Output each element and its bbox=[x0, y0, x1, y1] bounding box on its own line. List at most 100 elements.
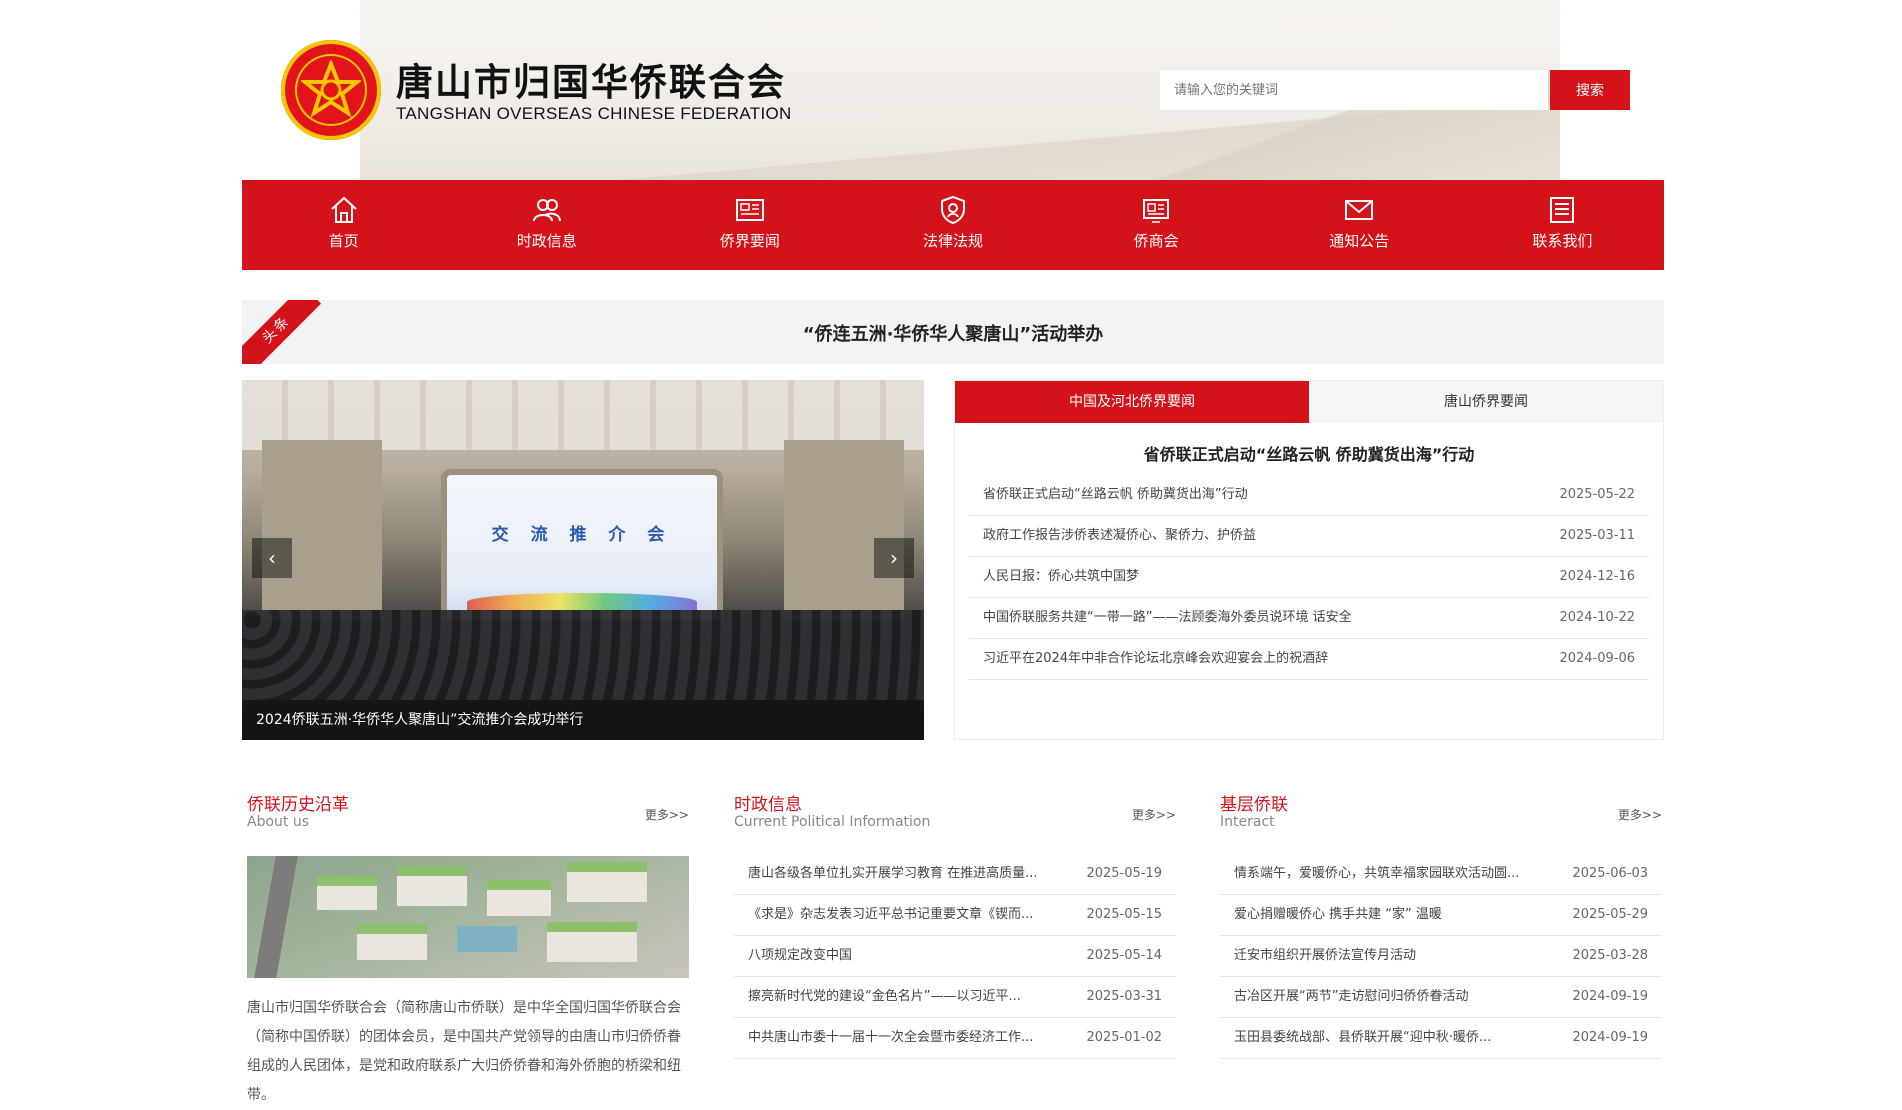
section-subtitle: About us bbox=[247, 814, 310, 830]
section-header: 基层侨联 Interact 更多>> bbox=[1220, 790, 1662, 830]
news-title[interactable]: 习近平在2024年中非合作论坛北京峰会欢迎宴会上的祝酒辞 bbox=[983, 639, 1328, 679]
list-item[interactable]: 爱心捐赠暖侨心 携手共建 “家” 温暖 2025-05-29 bbox=[1220, 895, 1662, 936]
about-image-detail bbox=[357, 924, 427, 960]
news-date: 2025-03-11 bbox=[1559, 528, 1635, 543]
search-button[interactable]: 搜索 bbox=[1550, 70, 1630, 110]
item-title[interactable]: 中共唐山市委十一届十一次全会暨市委经济工作... bbox=[748, 1018, 1033, 1058]
about-image-detail bbox=[317, 876, 377, 910]
list-item[interactable]: 人民日报：侨心共筑中国梦 2024-12-16 bbox=[969, 557, 1649, 598]
nav-label: 时政信息 bbox=[516, 232, 577, 250]
news-date: 2025-05-22 bbox=[1559, 487, 1635, 502]
nav-label: 通知公告 bbox=[1329, 232, 1390, 250]
section-politics: 时政信息 Current Political Information 更多>> … bbox=[734, 790, 1176, 1059]
item-title[interactable]: 玉田县委统战部、县侨联开展“迎中秋·暖侨... bbox=[1234, 1018, 1491, 1058]
nav-item-chamber[interactable]: 侨商会 bbox=[1055, 180, 1258, 270]
item-title[interactable]: 《求是》杂志发表习近平总书记重要文章《锲而... bbox=[748, 895, 1033, 935]
list-item[interactable]: 八项规定改变中国 2025-05-14 bbox=[734, 936, 1176, 977]
list-item[interactable]: 迁安市组织开展侨法宣传月活动 2025-03-28 bbox=[1220, 936, 1662, 977]
news-title[interactable]: 人民日报：侨心共筑中国梦 bbox=[983, 557, 1139, 597]
list-item[interactable]: 政府工作报告涉侨表述凝侨心、聚侨力、护侨益 2025-03-11 bbox=[969, 516, 1649, 557]
slider-next-button[interactable]: › bbox=[874, 538, 914, 578]
chevron-left-icon: ‹ bbox=[268, 546, 276, 570]
slide-photo bbox=[262, 440, 382, 620]
featured-news-title[interactable]: 省侨联正式启动“丝路云帆 侨助冀货出海”行动 bbox=[955, 441, 1663, 465]
news-title[interactable]: 政府工作报告涉侨表述凝侨心、聚侨力、护侨益 bbox=[983, 516, 1256, 556]
item-title[interactable]: 八项规定改变中国 bbox=[748, 936, 852, 976]
search-input[interactable] bbox=[1160, 70, 1548, 110]
nav-label: 侨界要闻 bbox=[719, 232, 780, 250]
news-tabs: 中国及河北侨界要闻 唐山侨界要闻 bbox=[955, 381, 1663, 423]
list-item[interactable]: 省侨联正式启动“丝路云帆 侨助冀货出海”行动 2025-05-22 bbox=[969, 475, 1649, 516]
section-header: 侨联历史沿革 About us 更多>> bbox=[247, 790, 689, 830]
about-image-detail bbox=[457, 926, 517, 952]
item-title[interactable]: 爱心捐赠暖侨心 携手共建 “家” 温暖 bbox=[1234, 895, 1442, 935]
news-title[interactable]: 省侨联正式启动“丝路云帆 侨助冀货出海”行动 bbox=[983, 475, 1248, 515]
slider-prev-button[interactable]: ‹ bbox=[252, 538, 292, 578]
item-date: 2024-09-19 bbox=[1572, 989, 1648, 1004]
item-date: 2025-05-14 bbox=[1086, 948, 1162, 963]
more-link[interactable]: 更多>> bbox=[645, 806, 689, 823]
shield-icon bbox=[940, 195, 965, 225]
list-item[interactable]: 情系端午，爱暖侨心，共筑幸福家园联欢活动圆... 2025-06-03 bbox=[1220, 854, 1662, 895]
item-title[interactable]: 古冶区开展“两节”走访慰问归侨侨眷活动 bbox=[1234, 977, 1468, 1017]
nav-item-politics[interactable]: 时政信息 bbox=[445, 180, 648, 270]
nav-item-contact[interactable]: 联系我们 bbox=[1461, 180, 1664, 270]
slider-caption[interactable]: 2024侨联五洲·华侨华人聚唐山”交流推介会成功举行 bbox=[242, 700, 924, 740]
item-title[interactable]: 情系端午，爱暖侨心，共筑幸福家园联欢活动圆... bbox=[1234, 854, 1519, 894]
contact-list-icon bbox=[1550, 197, 1575, 223]
tab-tangshan-news[interactable]: 唐山侨界要闻 bbox=[1309, 381, 1663, 423]
nav-label: 法律法规 bbox=[922, 232, 983, 250]
list-item[interactable]: 中国侨联服务共建“一带一路”——法顾委海外委员说环境 话安全 2024-10-22 bbox=[969, 598, 1649, 639]
item-date: 2025-03-31 bbox=[1086, 989, 1162, 1004]
nav-label: 首页 bbox=[328, 232, 359, 250]
id-card-icon bbox=[1143, 199, 1170, 223]
list-item[interactable]: 习近平在2024年中非合作论坛北京峰会欢迎宴会上的祝酒辞 2024-09-06 bbox=[969, 639, 1649, 680]
about-image[interactable] bbox=[247, 856, 689, 978]
item-date: 2025-05-15 bbox=[1086, 907, 1162, 922]
item-title[interactable]: 唐山各级各单位扎实开展学习教育 在推进高质量... bbox=[748, 854, 1038, 894]
item-date: 2024-09-19 bbox=[1572, 1030, 1648, 1045]
nav-label: 侨商会 bbox=[1133, 232, 1179, 250]
item-title[interactable]: 擦亮新时代党的建设“金色名片”——以习近平... bbox=[748, 977, 1021, 1017]
about-image-detail bbox=[487, 880, 551, 916]
item-title[interactable]: 迁安市组织开展侨法宣传月活动 bbox=[1234, 936, 1416, 976]
list-item[interactable]: 玉田县委统战部、县侨联开展“迎中秋·暖侨... 2024-09-19 bbox=[1220, 1018, 1662, 1059]
tab-china-hebei-news[interactable]: 中国及河北侨界要闻 bbox=[955, 381, 1309, 423]
section-title: 侨联历史沿革 bbox=[247, 795, 349, 815]
nav-item-overseas-news[interactable]: 侨界要闻 bbox=[648, 180, 851, 270]
site-subtitle: TANGSHAN OVERSEAS CHINESE FEDERATION bbox=[396, 104, 792, 123]
list-item[interactable]: 中共唐山市委十一届十一次全会暨市委经济工作... 2025-01-02 bbox=[734, 1018, 1176, 1059]
mail-icon bbox=[1345, 200, 1374, 220]
nav-item-notices[interactable]: 通知公告 bbox=[1258, 180, 1461, 270]
nav-item-home[interactable]: 首页 bbox=[242, 180, 445, 270]
federation-emblem-logo[interactable] bbox=[281, 40, 381, 140]
section-grassroots: 基层侨联 Interact 更多>> 情系端午，爱暖侨心，共筑幸福家园联欢活动圆… bbox=[1220, 790, 1662, 1059]
news-date: 2024-09-06 bbox=[1559, 651, 1635, 666]
list-item[interactable]: 《求是》杂志发表习近平总书记重要文章《锲而... 2025-05-15 bbox=[734, 895, 1176, 936]
headline-link[interactable]: “侨连五洲·华侨华人聚唐山”活动举办 bbox=[242, 320, 1664, 346]
about-image-detail bbox=[254, 856, 298, 978]
about-image-detail bbox=[567, 862, 647, 902]
newspaper-icon bbox=[735, 199, 764, 221]
list-item[interactable]: 擦亮新时代党的建设“金色名片”——以习近平... 2025-03-31 bbox=[734, 977, 1176, 1018]
news-list: 省侨联正式启动“丝路云帆 侨助冀货出海”行动 2025-05-22 政府工作报告涉… bbox=[969, 475, 1649, 680]
star-emblem-icon bbox=[301, 60, 361, 118]
more-link[interactable]: 更多>> bbox=[1132, 806, 1176, 823]
site-title[interactable]: 唐山市归国华侨联合会 bbox=[396, 52, 786, 106]
about-text: 唐山市归国华侨联合会（简称唐山市侨联）是中华全国归国华侨联合会（简称中国侨联）的… bbox=[247, 1000, 681, 1103]
section-title: 基层侨联 bbox=[1220, 795, 1288, 815]
news-title[interactable]: 中国侨联服务共建“一带一路”——法顾委海外委员说环境 话安全 bbox=[983, 598, 1352, 638]
nav-label: 联系我们 bbox=[1532, 232, 1593, 250]
nav-item-laws[interactable]: 法律法规 bbox=[851, 180, 1054, 270]
more-link[interactable]: 更多>> bbox=[1618, 806, 1662, 823]
section-header: 时政信息 Current Political Information 更多>> bbox=[734, 790, 1176, 830]
list-item[interactable]: 古冶区开展“两节”走访慰问归侨侨眷活动 2024-09-19 bbox=[1220, 977, 1662, 1018]
slide-screen-text: 交 流 推 介 会 bbox=[491, 525, 673, 545]
photo-slider[interactable]: 交 流 推 介 会 ‹ › 2024侨联五洲·华侨华人聚唐山”交流推介会成功举行 bbox=[242, 380, 924, 740]
list-item[interactable]: 唐山各级各单位扎实开展学习教育 在推进高质量... 2025-05-19 bbox=[734, 854, 1176, 895]
grassroots-list: 情系端午，爱暖侨心，共筑幸福家园联欢活动圆... 2025-06-03 爱心捐赠暖… bbox=[1220, 854, 1662, 1059]
section-title: 时政信息 bbox=[734, 795, 802, 815]
about-image-detail bbox=[547, 922, 637, 962]
page: 唐山市归国华侨联合会 TANGSHAN OVERSEAS CHINESE FED… bbox=[0, 0, 1902, 1103]
news-date: 2024-12-16 bbox=[1559, 569, 1635, 584]
